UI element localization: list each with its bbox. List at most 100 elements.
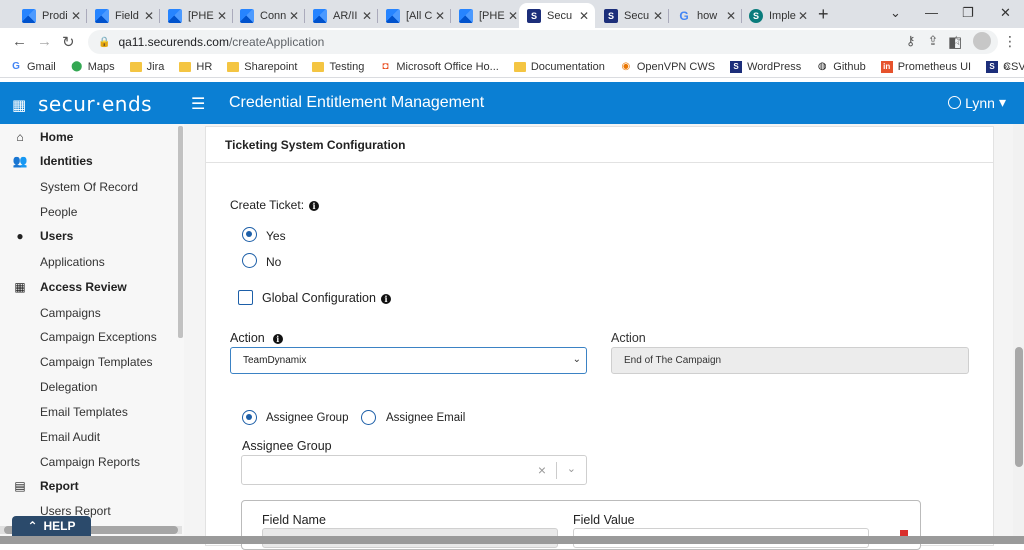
page-scrollbar[interactable]	[1013, 124, 1024, 544]
bookmark-item[interactable]: S WordPress	[730, 60, 801, 73]
browser-tab[interactable]: S Imple ✕	[741, 3, 814, 28]
jira-icon	[168, 8, 182, 23]
close-tab-icon[interactable]: ✕	[433, 9, 447, 23]
sidebar-item-email-audit[interactable]: Email Audit	[40, 430, 100, 444]
sidebar-item-campaign-exceptions[interactable]: Campaign Exceptions	[40, 330, 157, 344]
sidebar-item-report[interactable]: ▤ Report	[12, 479, 79, 493]
browser-tab[interactable]: Ghow ✕	[669, 3, 742, 28]
jira-icon	[240, 8, 254, 23]
info-icon[interactable]: i	[309, 201, 320, 211]
browser-tab[interactable]: AR/II ✕	[305, 3, 378, 28]
bookmark-item[interactable]: Documentation	[513, 61, 605, 73]
securends-logo[interactable]: secur·ends	[38, 92, 152, 116]
sidebar-item-identities[interactable]: 👥 Identities	[12, 154, 93, 168]
page-scroll-thumb[interactable]	[1015, 347, 1023, 467]
close-tab-icon[interactable]: ✕	[142, 9, 156, 23]
browser-tab[interactable]: Prodi ✕	[14, 3, 87, 28]
profile-avatar[interactable]	[973, 32, 991, 50]
bookmark-item[interactable]: ◘ Microsoft Office Ho...	[379, 61, 499, 73]
create-ticket-label: Create Ticket: i	[230, 198, 320, 212]
assignee-email-radio[interactable]	[361, 410, 376, 425]
close-tab-icon[interactable]: ✕	[724, 9, 738, 23]
info-icon[interactable]: i	[272, 334, 283, 344]
browser-tab[interactable]: [All C ✕	[378, 3, 451, 28]
sidebar-item-delegation[interactable]: Delegation	[40, 380, 97, 394]
bookmark-item[interactable]: ◍ Github	[816, 60, 866, 73]
create-ticket-no-radio[interactable]	[242, 253, 257, 268]
browser-tab[interactable]: Conn ✕	[232, 3, 305, 28]
hamburger-menu-icon[interactable]: ☰	[191, 94, 205, 114]
sidebar-item-home[interactable]: ⌂ Home	[12, 130, 73, 144]
action-select[interactable]: TeamDynamix ⌄	[230, 347, 587, 374]
tab-title: [PHE	[479, 9, 505, 22]
share-icon[interactable]: ⇪	[927, 33, 938, 49]
sidebar-item-system-of-record[interactable]: System Of Record	[40, 180, 138, 194]
close-tab-icon[interactable]: ✕	[287, 9, 301, 23]
sidebar-item-label: Campaign Reports	[40, 455, 141, 469]
close-tab-icon[interactable]: ✕	[69, 9, 83, 23]
sidebar-item-label: Report	[40, 479, 79, 493]
bookmark-label: Github	[833, 60, 866, 73]
sidebar-item-campaign-reports[interactable]: Campaign Reports	[40, 455, 140, 469]
browser-tab[interactable]: [PHE ✕	[451, 3, 524, 28]
help-button[interactable]: ⌃ HELP	[12, 516, 91, 536]
close-tab-icon[interactable]: ✕	[577, 9, 591, 23]
user-menu[interactable]: Lynn ▾	[948, 94, 1006, 111]
back-arrow-icon[interactable]: ←	[12, 33, 27, 50]
tab-title: Field	[115, 9, 139, 22]
sidebar-item-label: Email Templates	[40, 405, 128, 419]
bookmark-label: Maps	[87, 60, 115, 73]
more-bookmarks-icon[interactable]: »	[1003, 59, 1010, 73]
sidebar-item-access-review[interactable]: ▦ Access Review	[12, 280, 126, 294]
tab-title: [PHE	[188, 9, 214, 22]
tab-title: Conn	[260, 9, 287, 22]
select-divider	[556, 462, 557, 479]
securends-icon: S	[604, 8, 618, 23]
global-configuration-checkbox[interactable]	[238, 290, 253, 305]
bookmark-item[interactable]: Sharepoint	[227, 61, 297, 73]
browser-tab[interactable]: Field ✕	[87, 3, 160, 28]
assignee-group-radio[interactable]	[242, 410, 257, 425]
tab-search-chevron-icon[interactable]: ⌄	[890, 5, 901, 21]
side-panel-icon[interactable]: ◧	[948, 33, 962, 51]
new-tab-button[interactable]: +	[818, 4, 829, 25]
forward-arrow-icon[interactable]: →	[37, 33, 52, 50]
browser-menu-icon[interactable]: ⋮	[1003, 33, 1017, 50]
create-ticket-yes-radio[interactable]	[242, 227, 257, 242]
sidebar-item-campaigns[interactable]: Campaigns	[40, 306, 101, 320]
sidebar-item-campaign-templates[interactable]: Campaign Templates	[40, 355, 153, 369]
bookmark-item[interactable]: HR	[179, 61, 212, 73]
clear-icon[interactable]: ×	[538, 462, 546, 478]
sidebar-item-email-templates[interactable]: Email Templates	[40, 405, 128, 419]
bookmark-item[interactable]: in Prometheus UI	[880, 60, 971, 73]
bookmark-item[interactable]: ⬤ Maps	[71, 61, 115, 73]
bookmark-item[interactable]: Jira	[129, 61, 164, 73]
key-icon[interactable]: ⚷	[906, 33, 916, 49]
sidebar-item-people[interactable]: People	[40, 205, 77, 219]
jira-icon	[459, 8, 473, 23]
bookmark-item[interactable]: G Gmail	[10, 61, 56, 73]
assignee-group-select[interactable]: × ⌄	[241, 455, 587, 485]
browser-tab[interactable]: S Secu ✕	[519, 3, 595, 28]
close-tab-icon[interactable]: ✕	[360, 9, 374, 23]
close-tab-icon[interactable]: ✕	[796, 9, 810, 23]
bookmark-item[interactable]: Testing	[312, 61, 364, 73]
restore-window-button[interactable]: ❐	[962, 5, 974, 21]
sidebar-item-applications[interactable]: Applications	[40, 255, 105, 269]
close-window-button[interactable]: ✕	[1000, 5, 1011, 21]
chevron-down-icon[interactable]: ⌄	[567, 462, 576, 475]
minimize-window-button[interactable]: —	[925, 5, 938, 20]
close-tab-icon[interactable]: ✕	[506, 9, 520, 23]
address-bar[interactable]: 🔒 qa11.securends.com/createApplication	[88, 30, 998, 54]
close-tab-icon[interactable]: ✕	[651, 9, 665, 23]
bookmark-item[interactable]: ◉ OpenVPN CWS	[620, 61, 715, 73]
sidebar-item-label: Campaign Templates	[40, 355, 153, 369]
reload-icon[interactable]: ↻	[62, 33, 75, 51]
sidebar-item-users[interactable]: ● Users	[12, 229, 73, 243]
close-tab-icon[interactable]: ✕	[215, 9, 229, 23]
apps-grid-icon[interactable]: ▦	[12, 96, 26, 114]
info-icon[interactable]: i	[380, 294, 391, 304]
sidebar-scrollbar[interactable]	[178, 126, 183, 338]
browser-tab[interactable]: [PHE ✕	[160, 3, 233, 28]
browser-tab[interactable]: S Secu ✕	[596, 3, 669, 28]
